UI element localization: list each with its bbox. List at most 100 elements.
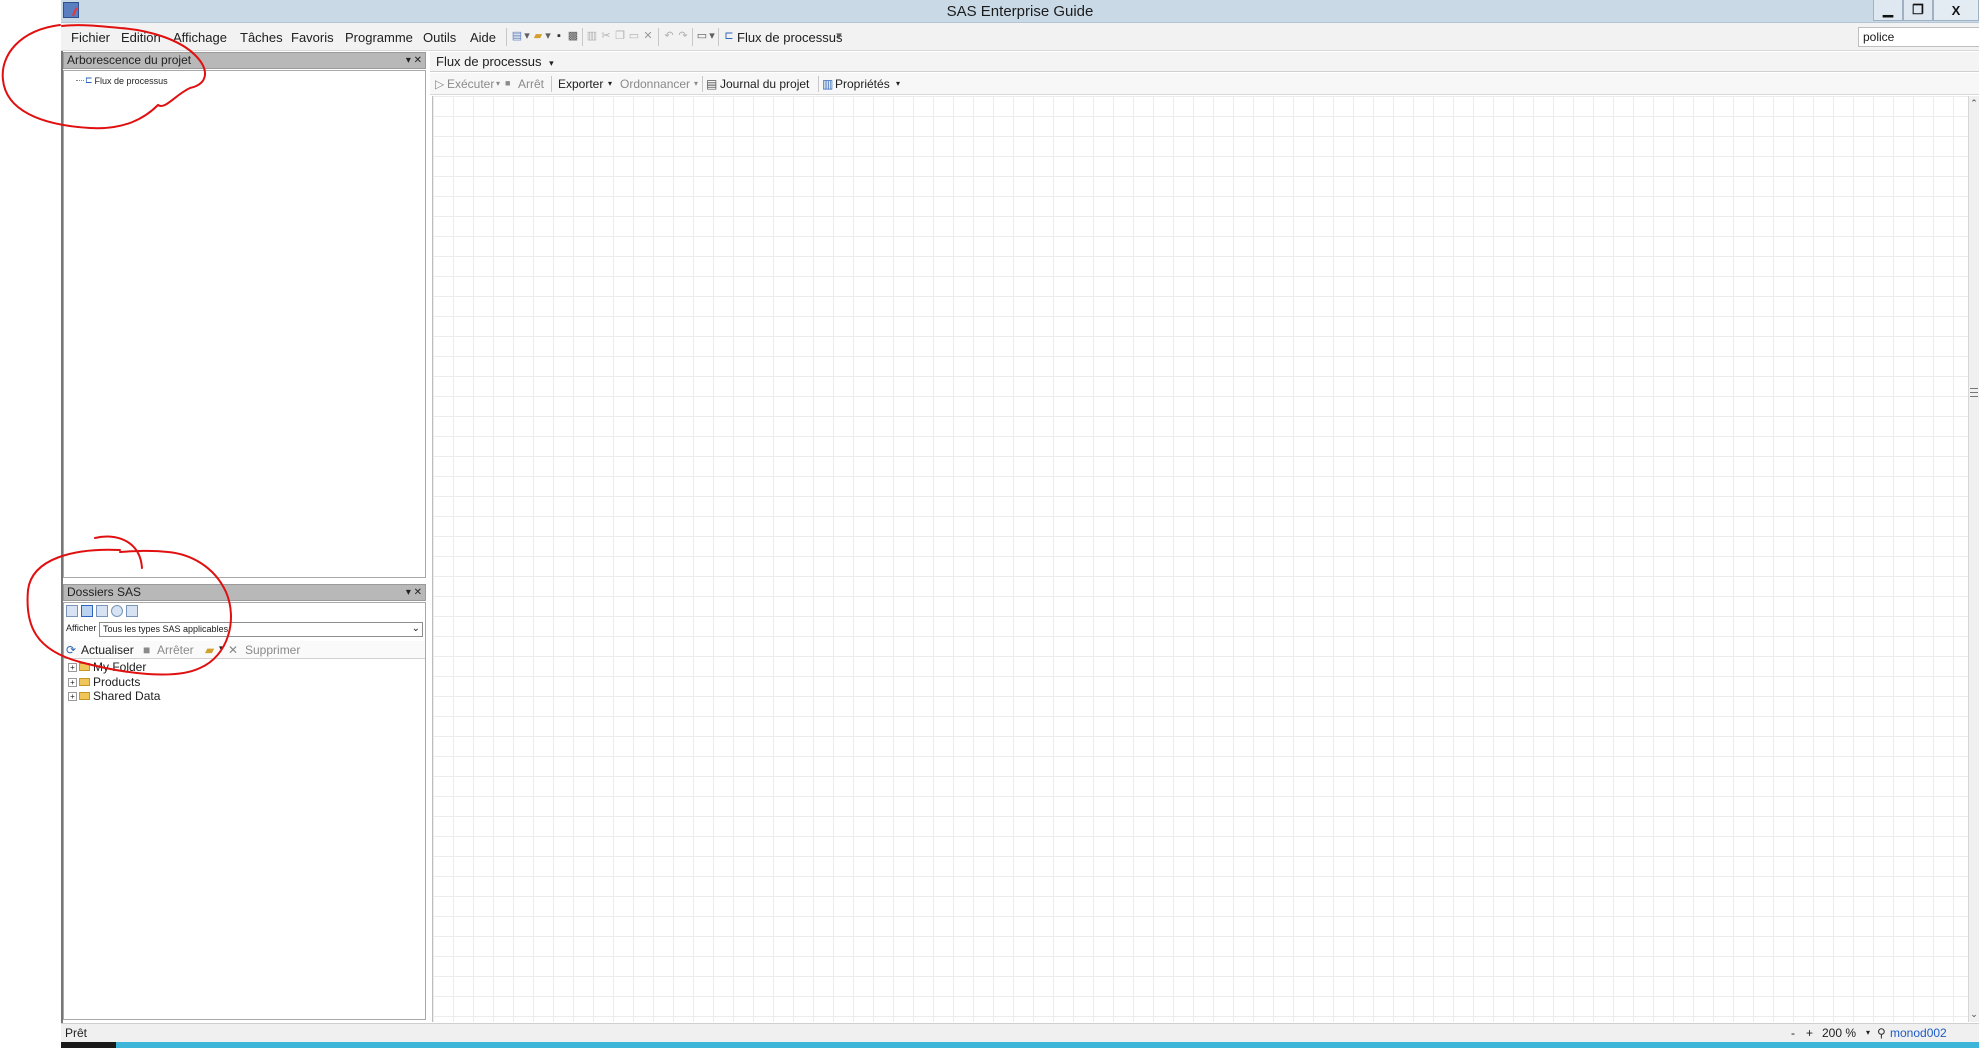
open-folder-icon[interactable]: ▰	[531, 29, 545, 43]
minimize-button[interactable]: ▁	[1873, 0, 1903, 21]
scroll-down-icon[interactable]: ⌄	[1969, 1009, 1979, 1020]
dropdown-arrow-icon[interactable]: ▾	[219, 643, 224, 654]
tab-process-flow[interactable]: Flux de processus ▾	[436, 54, 554, 69]
scroll-grip[interactable]	[1970, 388, 1978, 397]
menu-programme[interactable]: Programme	[345, 30, 413, 45]
library-icon[interactable]	[96, 605, 108, 617]
dropdown-arrow-icon[interactable]: ▾	[1866, 1028, 1870, 1037]
dropdown-arrow-icon[interactable]: ▾	[549, 58, 554, 68]
dropdown-arrow-icon[interactable]: ▾	[694, 79, 698, 88]
folder-my-folder[interactable]: + My Folder	[68, 660, 146, 674]
delete-icon: ✕	[228, 643, 239, 657]
folder-options-icon[interactable]: ▰	[205, 643, 214, 657]
new-file-icon[interactable]: ▤	[510, 29, 524, 43]
sas-folders-body: Afficher Tous les types SAS applicables …	[63, 602, 426, 1020]
run-icon: ▷	[435, 77, 445, 91]
stop-button[interactable]: Arrêter	[157, 643, 194, 657]
stop-button[interactable]: Arrêt	[518, 77, 544, 91]
tree-connector	[76, 80, 84, 81]
dropdown-arrow-icon[interactable]: ▾	[834, 29, 844, 43]
expand-icon[interactable]: +	[68, 677, 77, 687]
process-flow-icon: ⊏	[85, 75, 93, 85]
process-flow-selector[interactable]: Flux de processus	[737, 30, 843, 45]
dropdown-arrow-icon[interactable]: ▾	[608, 79, 612, 88]
redo-icon[interactable]: ↷	[676, 29, 690, 43]
menu-outils[interactable]: Outils	[423, 30, 456, 45]
dropdown-arrow-icon[interactable]: ▾	[523, 29, 531, 43]
project-log-button[interactable]: Journal du projet	[720, 77, 809, 91]
dropdown-arrow-icon[interactable]: ▾	[544, 29, 552, 43]
paste-icon[interactable]: ▭	[627, 29, 641, 43]
filter-select[interactable]: Tous les types SAS applicables ⌄	[99, 622, 423, 637]
user-icon: ⚲	[1877, 1026, 1886, 1040]
delete-button[interactable]: Supprimer	[245, 643, 300, 657]
user-link[interactable]: monod002	[1890, 1026, 1947, 1040]
export-button[interactable]: Exporter	[558, 77, 603, 91]
zoom-out-button[interactable]: -	[1791, 1026, 1795, 1040]
menu-fichier[interactable]: Fichier	[71, 30, 110, 45]
expand-icon[interactable]: +	[68, 691, 77, 701]
dropdown-arrow-icon[interactable]: ▾	[708, 29, 716, 43]
status-text: Prêt	[65, 1026, 88, 1040]
scroll-up-icon[interactable]: ⌃	[1969, 98, 1979, 109]
copy-icon[interactable]: ❐	[613, 29, 627, 43]
window-layout-icon[interactable]: ▭	[695, 29, 709, 43]
stop-icon: ■	[505, 78, 511, 88]
search-value: police	[1863, 30, 1895, 44]
schedule-button[interactable]: Ordonnancer	[620, 77, 690, 91]
menu-bar: Fichier Edition Affichage Tâches Favoris…	[61, 23, 1979, 51]
project-tree-header: Arborescence du projet ▾ ✕	[63, 52, 426, 69]
main-tab-header: Flux de processus ▾	[430, 52, 1979, 72]
folder-icon	[79, 692, 90, 700]
status-bar: Prêt - + 200 % ▾ ⚲ monod002	[61, 1023, 1979, 1042]
delete-icon[interactable]: ✕	[641, 29, 655, 43]
restore-button[interactable]: ❐	[1903, 0, 1933, 21]
globe-icon[interactable]	[111, 605, 123, 617]
toolbar-separator	[692, 28, 693, 46]
folder-label: Shared Data	[93, 689, 161, 703]
filter-value: Tous les types SAS applicables	[103, 624, 229, 634]
run-button[interactable]: Exécuter	[447, 77, 494, 91]
process-flow-canvas[interactable]	[432, 96, 1972, 1022]
dropdown-arrow-icon[interactable]: ▾	[896, 79, 900, 88]
folders-icon[interactable]	[81, 605, 93, 617]
properties-button[interactable]: Propriétés	[835, 77, 890, 91]
menu-taches[interactable]: Tâches	[240, 30, 283, 45]
window-title: SAS Enterprise Guide	[946, 3, 1094, 20]
toolbar-separator	[702, 76, 703, 92]
save-all-icon[interactable]: ▩	[566, 29, 580, 43]
refresh-button[interactable]: Actualiser	[81, 643, 134, 657]
folder-icon	[79, 678, 90, 686]
menu-edition[interactable]: Edition	[121, 30, 161, 45]
save-icon[interactable]: ▪	[552, 29, 566, 43]
folder-shared-data[interactable]: + Shared Data	[68, 689, 160, 703]
filter-label: Afficher	[66, 623, 97, 633]
undo-icon[interactable]: ↶	[662, 29, 676, 43]
properties-icon: ▥	[822, 77, 834, 91]
list-icon[interactable]	[126, 605, 138, 617]
start-button[interactable]	[61, 1042, 116, 1048]
servers-icon[interactable]	[66, 605, 78, 617]
process-flow-icon: ⊏	[724, 30, 734, 42]
print-icon[interactable]: ▥	[585, 29, 599, 43]
tree-item-label: Flux de processus	[94, 75, 168, 86]
zoom-in-button[interactable]: +	[1806, 1026, 1813, 1040]
tree-item-process-flow[interactable]: ⊏ Flux de processus	[76, 75, 168, 86]
panel-controls[interactable]: ▾ ✕	[406, 53, 422, 68]
project-tree-title: Arborescence du projet	[67, 53, 192, 67]
close-button[interactable]: X	[1933, 0, 1979, 21]
dropdown-arrow-icon[interactable]: ▾	[496, 79, 500, 88]
zoom-level[interactable]: 200 %	[1822, 1026, 1856, 1040]
log-icon: ▤	[706, 77, 718, 91]
toolbar-separator	[818, 76, 819, 92]
menu-favoris[interactable]: Favoris	[291, 30, 334, 45]
expand-icon[interactable]: +	[68, 662, 77, 672]
search-input[interactable]: police ✕	[1858, 27, 1979, 47]
vertical-scrollbar[interactable]: ⌃ ⌄	[1968, 96, 1979, 1022]
menu-affichage[interactable]: Affichage	[173, 30, 227, 45]
folder-products[interactable]: + Products	[68, 675, 140, 689]
menu-aide[interactable]: Aide	[470, 30, 496, 45]
cut-icon[interactable]: ✂	[599, 29, 613, 43]
panel-controls[interactable]: ▾ ✕	[406, 585, 422, 600]
toolbar-separator	[658, 28, 659, 46]
